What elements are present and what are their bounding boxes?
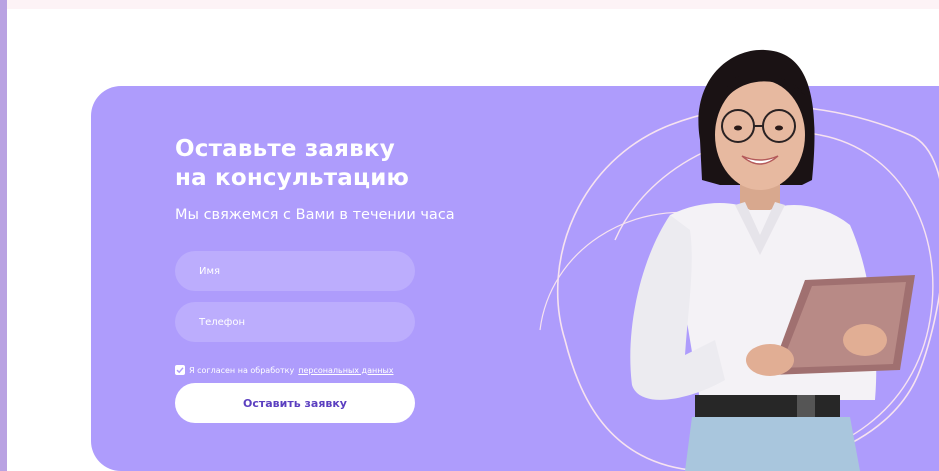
personal-data-link[interactable]: персональных данных [298,366,393,375]
consent-label: Я согласен на обработку [189,365,295,375]
form-subheading: Мы свяжемся с Вами в течении часа [175,207,455,223]
consent-row: Я согласен на обработку персональных дан… [175,364,394,376]
name-input[interactable] [175,251,415,291]
consultant-photo [539,49,939,471]
phone-input[interactable] [175,302,415,342]
form-heading-line2: на консультацию [175,165,410,191]
consent-checkbox[interactable] [175,365,185,375]
checkmark-icon [176,367,184,374]
page-left-edge [0,0,7,471]
form-heading-line1: Оставьте заявку [175,136,395,162]
form-heading: Оставьте заявку на консультацию [175,135,555,193]
page-top-edge [7,0,939,9]
submit-button[interactable]: Оставить заявку [175,383,415,423]
